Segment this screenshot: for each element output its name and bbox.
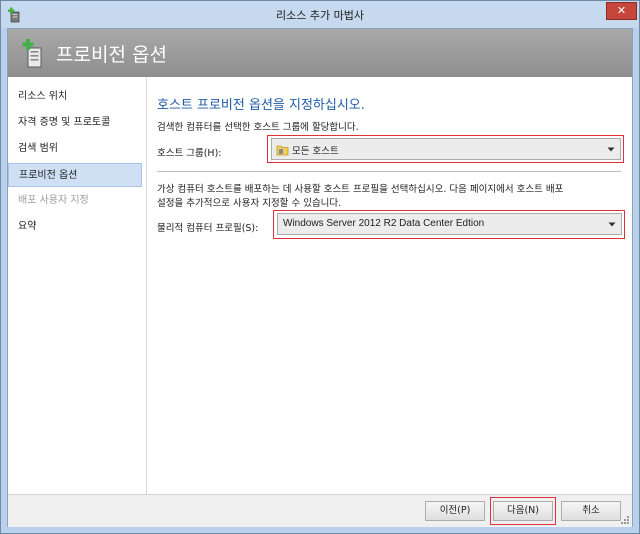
nav-item-discovery-scope[interactable]: 검색 범위	[8, 137, 142, 161]
wizard-client-area: 프로비전 옵션 리소스 위치 자격 증명 및 프로토콜 검색 범위 프로비전 옵…	[7, 28, 633, 527]
wizard-step-nav: 리소스 위치 자격 증명 및 프로토콜 검색 범위 프로비전 옵션 배포 사용자…	[8, 77, 147, 494]
nav-item-summary[interactable]: 요약	[8, 215, 142, 239]
section-title: 호스트 프로비전 옵션을 지정하십시오.	[157, 98, 365, 113]
host-group-dropdown[interactable]: 모든 호스트	[271, 138, 621, 160]
close-button[interactable]: ✕	[606, 2, 637, 20]
wizard-header: 프로비전 옵션	[8, 29, 632, 77]
chevron-down-icon	[607, 147, 615, 152]
server-add-icon	[22, 39, 42, 68]
previous-button[interactable]: 이전(P)	[425, 501, 485, 521]
profile-value: Windows Server 2012 R2 Data Center Edtio…	[283, 218, 485, 229]
host-group-value: 모든 호스트	[292, 146, 339, 157]
nav-item-provisioning-options[interactable]: 프로비전 옵션	[8, 163, 142, 187]
page-title: 프로비전 옵션	[56, 44, 167, 66]
physical-computer-profile-dropdown[interactable]: Windows Server 2012 R2 Data Center Edtio…	[277, 213, 622, 235]
nav-item-deployment-customization: 배포 사용자 지정	[18, 195, 89, 206]
wizard-content: 호스트 프로비전 옵션을 지정하십시오. 검색한 컴퓨터를 선택한 호스트 그룹…	[147, 77, 632, 494]
host-group-description: 검색한 컴퓨터를 선택한 호스트 그룹에 할당합니다.	[157, 122, 359, 133]
host-group-folder-icon	[276, 145, 289, 156]
profile-description-line1: 가상 컴퓨터 호스트를 배포하는 데 사용할 호스트 프로필을 선택하십시오. …	[157, 184, 564, 195]
nav-item-credentials-protocol[interactable]: 자격 증명 및 프로토콜	[8, 111, 142, 135]
title-bar[interactable]: 리소스 추가 마법사 ✕	[1, 1, 639, 28]
host-group-label: 호스트 그룹(H):	[157, 148, 222, 159]
chevron-down-icon	[608, 222, 616, 227]
profile-description-line2: 설정을 추가적으로 사용자 지정할 수 있습니다.	[157, 198, 342, 209]
window-title: 리소스 추가 마법사	[276, 9, 364, 22]
profile-label: 물리적 컴퓨터 프로필(S):	[157, 223, 259, 234]
cancel-button[interactable]: 취소	[561, 501, 621, 521]
next-button[interactable]: 다음(N)	[493, 501, 553, 521]
wizard-footer: 이전(P) 다음(N) 취소	[8, 494, 632, 527]
nav-item-resource-location[interactable]: 리소스 위치	[8, 85, 142, 109]
separator	[157, 171, 621, 172]
resize-grip-icon[interactable]	[620, 515, 630, 525]
wizard-window: 리소스 추가 마법사 ✕ 프로비전 옵션 리소스 위치 자격 증명 및 프로토콜…	[0, 0, 640, 534]
